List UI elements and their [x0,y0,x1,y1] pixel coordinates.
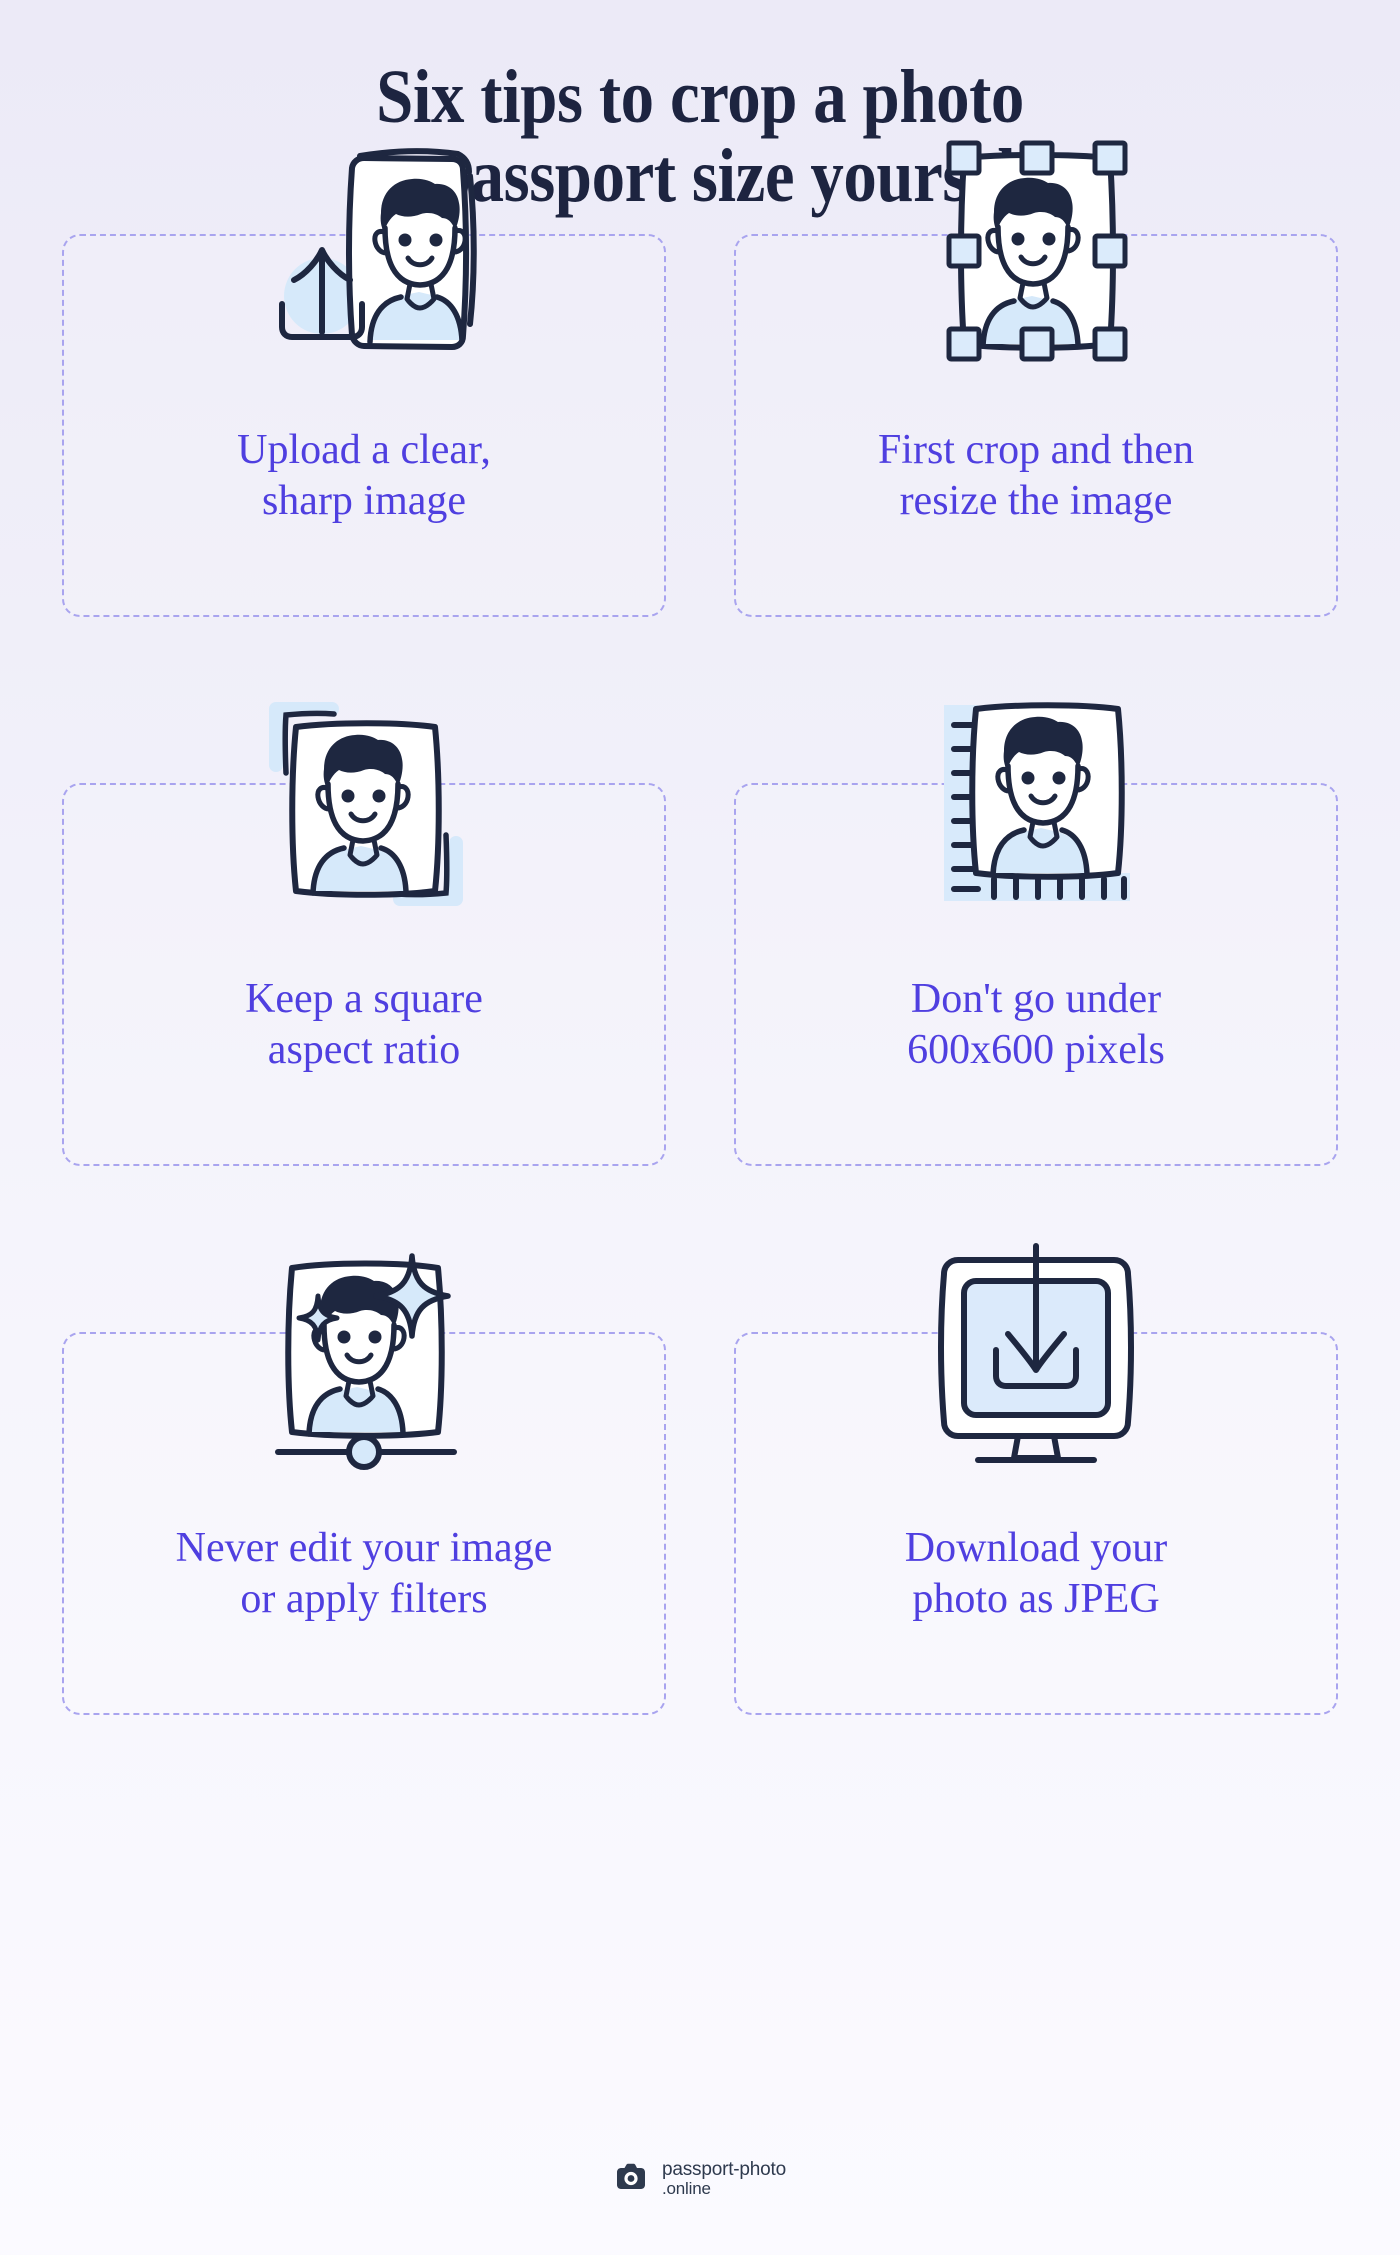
ruler-photo-icon [886,677,1186,927]
tip-card-text: Keep a square aspect ratio [245,975,483,1073]
tip-card-square-aspect-ratio: Keep a square aspect ratio [62,702,666,1167]
sparkle-filter-photo-icon [214,1226,514,1476]
tips-row-2: Keep a square aspect ratio Don't go unde… [30,702,1370,1167]
page-title-line-2: to passport size yourself [362,134,1038,219]
footer-brand: passport-photo .online [0,2158,1400,2200]
tips-row-1: Upload a clear, sharp image First crop a… [30,140,1370,618]
tips-row-3: Never edit your image or apply filters D… [30,1243,1370,1716]
brand-name: passport-photo .online [662,2158,786,2200]
square-aspect-ratio-photo-icon [214,677,514,927]
tip-card-text: Download your photo as JPEG [904,1524,1168,1622]
tip-card-no-edits-or-filters: Never edit your image or apply filters [62,1253,666,1716]
tip-card-text: Upload a clear, sharp image [237,426,491,524]
tip-card-upload-clear-sharp-image: Upload a clear, sharp image [62,148,666,618]
brand-name-line-1: passport-photo [662,2158,786,2180]
tip-card-text: Never edit your image or apply filters [175,1524,553,1622]
tip-card-crop-then-resize: First crop and then resize the image [734,140,1338,618]
tip-card-minimum-pixel-size: Don't go under 600x600 pixels [734,702,1338,1167]
tip-card-text: First crop and then resize the image [877,426,1195,524]
camera-icon [614,2163,648,2196]
tip-card-text: Don't go under 600x600 pixels [907,975,1165,1073]
page-title-line-1: Six tips to crop a photo [376,55,1024,139]
monitor-download-icon [886,1226,1186,1476]
tip-card-download-as-jpeg: Download your photo as JPEG [734,1243,1338,1716]
page-title: Six tips to crop a photo to passport siz… [0,0,1400,216]
brand-name-line-2: .online [662,2179,711,2199]
tips-grid: Upload a clear, sharp image First crop a… [30,140,1370,1716]
